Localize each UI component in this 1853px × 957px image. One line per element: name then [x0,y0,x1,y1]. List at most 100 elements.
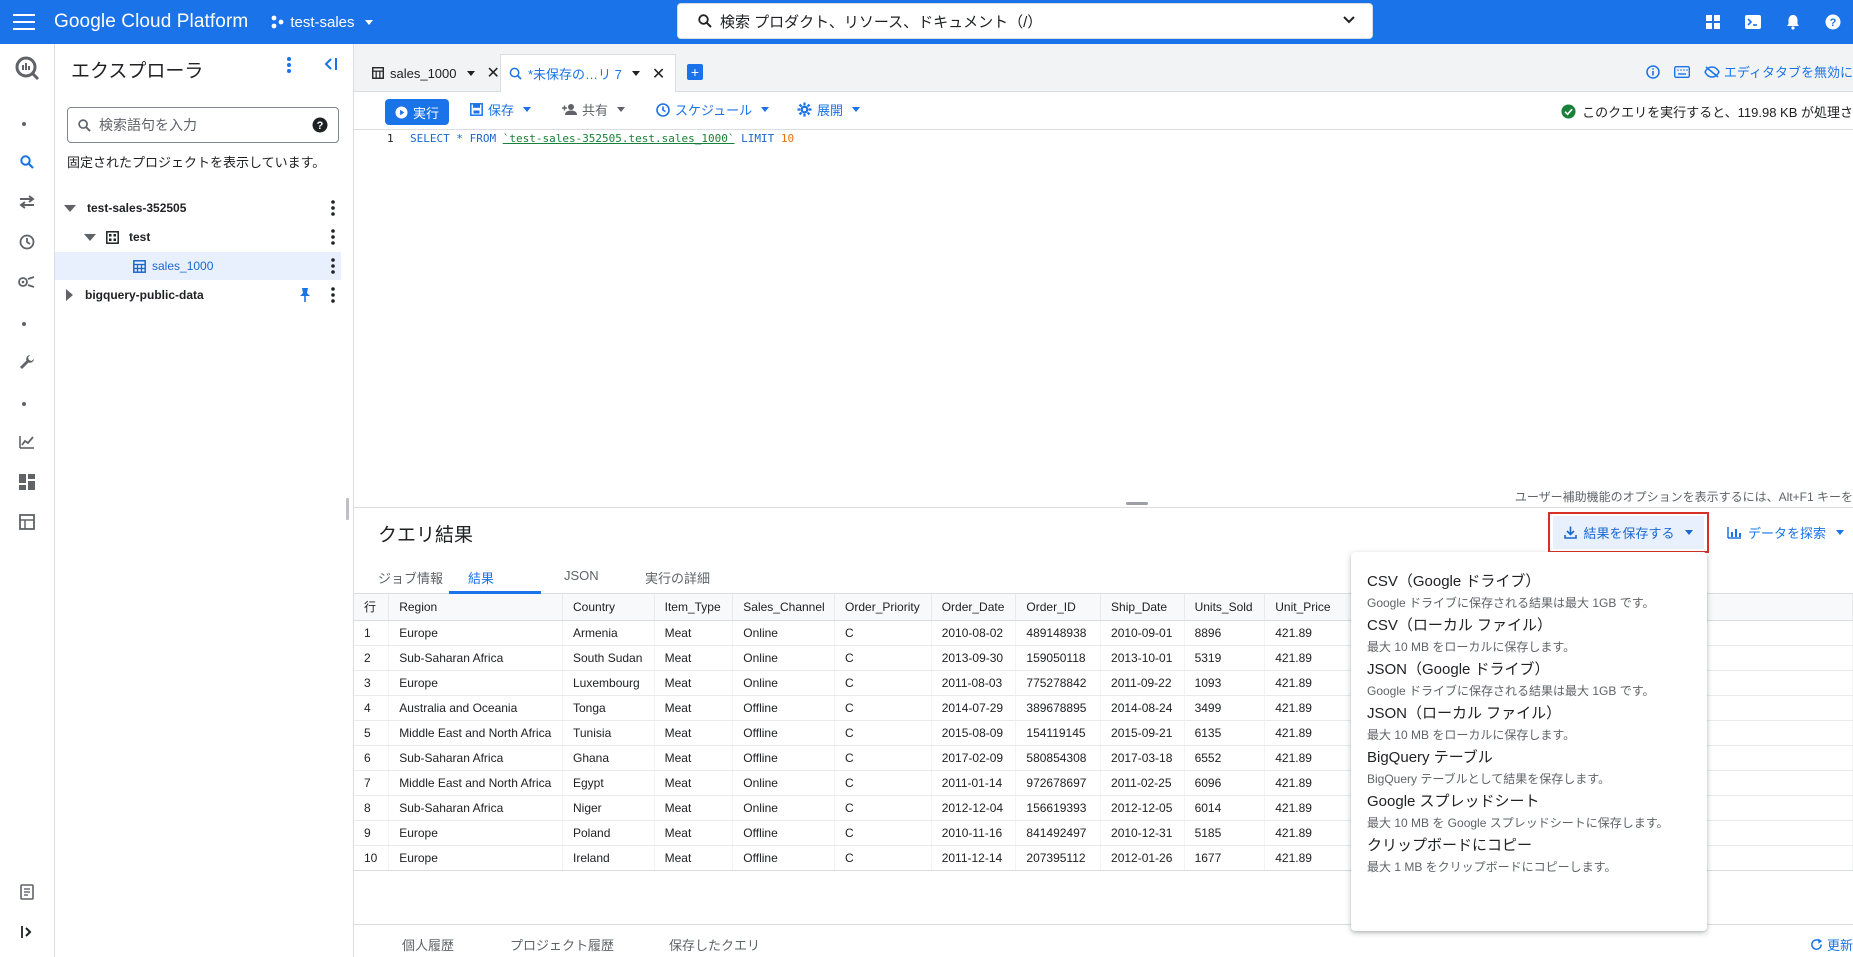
panel-resize-handle[interactable] [346,498,349,520]
disable-editor-tabs-button[interactable]: エディタタブを無効に [1704,62,1853,81]
save-menu-item[interactable]: Google スプレッドシート 最大 10 MB を Google スプレッドシー… [1367,790,1697,831]
dashboard-icon[interactable] [11,466,43,498]
editor-resize-handle[interactable] [1126,502,1148,505]
tab-results[interactable]: 結果 [468,568,494,587]
tree-item-project[interactable]: test-sales-352505 [55,194,341,222]
save-menu-item-title: JSON（ローカル ファイル） [1367,705,1562,722]
table-cell: C [834,845,932,871]
query-validator-text: このクエリを実行すると、119.98 KB が処理さ [1582,105,1853,120]
keyboard-icon[interactable] [1673,65,1690,78]
tree-item-dataset[interactable]: test [55,223,341,251]
help-icon[interactable]: ? [312,117,328,133]
marketplace-icon[interactable] [1693,0,1733,44]
save-results-button[interactable]: 結果を保存する [1553,516,1704,549]
save-menu-item-title: CSV（ローカル ファイル） [1367,617,1553,634]
chevron-down-icon[interactable] [1342,13,1356,27]
more-vert-icon[interactable] [331,287,335,303]
sql-editor[interactable]: 1 SELECT * FROM `test-sales-352505.test.… [354,130,1853,504]
hamburger-menu-icon[interactable] [2,0,46,44]
explore-data-button[interactable]: データを探索 [1727,523,1845,542]
column-header: Sales_Channel [732,594,836,621]
tree-item-public-project[interactable]: bigquery-public-data [55,281,341,309]
deploy-button[interactable]: 展開 [797,100,861,119]
save-menu-item[interactable]: CSV（Google ドライブ） Google ドライブに保存される結果は最大 1… [1367,570,1697,611]
table-cell: 6552 [1184,745,1266,771]
cloud-shell-icon[interactable] [1733,0,1773,44]
project-selector[interactable]: test-sales [270,14,373,31]
table-grid-icon[interactable] [11,506,43,538]
more-vert-icon[interactable] [331,258,335,274]
tab-job-info[interactable]: ジョブ情報 [378,568,443,587]
search-icon [78,118,91,132]
release-notes-icon[interactable] [11,876,43,908]
close-icon[interactable]: ✕ [487,63,500,83]
editor-gutter: 1 [354,130,410,487]
save-menu-item[interactable]: BigQuery テーブル BigQuery テーブルとして結果を保存します。 [1367,746,1697,787]
expand-arrow-icon[interactable] [84,233,96,241]
table-cell: 159050118 [1015,645,1102,671]
row-number-cell: 10 [354,845,390,871]
table-cell: 207395112 [1015,845,1102,871]
run-button[interactable]: 実行 [385,99,449,125]
row-number-cell: 3 [354,670,390,696]
tab-personal-history[interactable]: 個人履歴 [402,935,454,954]
help-icon[interactable]: ? [1813,0,1853,44]
save-menu-item[interactable]: クリップボードにコピー 最大 1 MB をクリップボードにコピーします。 [1367,834,1697,875]
top-right-actions: ? [1693,0,1853,44]
explorer-title: エクスプローラ [71,61,204,82]
table-cell: 5185 [1184,820,1266,846]
refresh-button[interactable]: 更新 [1810,935,1853,954]
person-add-icon [562,104,577,115]
save-menu-item[interactable]: JSON（ローカル ファイル） 最大 10 MB をローカルに保存します。 [1367,702,1697,743]
chevron-down-icon [364,19,373,25]
save-menu-item[interactable]: CSV（ローカル ファイル） 最大 10 MB をローカルに保存します。 [1367,614,1697,655]
save-menu-item[interactable]: JSON（Google ドライブ） Google ドライブに保存される結果は最大 … [1367,658,1697,699]
expand-arrow-icon[interactable] [66,289,73,301]
table-cell: 2014-08-24 [1100,695,1185,721]
expand-nav-icon[interactable] [11,916,43,948]
tab-project-history[interactable]: プロジェクト履歴 [510,935,614,954]
close-icon[interactable]: ✕ [652,64,665,84]
sql-code-line[interactable]: SELECT * FROM `test-sales-352505.test.sa… [410,132,794,145]
tab-json[interactable]: JSON [564,568,599,583]
schedule-button[interactable]: スケジュール [656,100,770,119]
collapse-panel-icon[interactable] [323,56,339,72]
nav-separator-dot [22,122,26,126]
explorer-search-input[interactable]: 検索語句を入力 ? [67,107,339,143]
more-vert-icon[interactable] [331,200,335,216]
more-vert-icon[interactable] [287,56,291,74]
save-button[interactable]: 保存 [470,100,532,119]
global-search[interactable]: 検索 プロダクト、リソース、ドキュメント（/） [677,3,1373,39]
analytics-hub-icon[interactable] [11,266,43,298]
save-menu-item-title: JSON（Google ドライブ） [1367,661,1550,678]
sql-table-reference[interactable]: `test-sales-352505.test.sales_1000` [503,132,735,145]
notifications-bell-icon[interactable] [1773,0,1813,44]
brand-title[interactable]: Google Cloud Platform [54,11,248,33]
expand-arrow-icon[interactable] [64,204,76,212]
monitoring-chart-icon[interactable] [11,426,43,458]
info-icon[interactable] [1646,64,1660,79]
table-cell: Egypt [562,770,655,796]
tab-sales-1000[interactable]: sales_1000 ✕ [364,54,508,92]
bigquery-logo-icon[interactable] [11,52,43,84]
share-button[interactable]: 共有 [562,100,626,119]
sql-workspace-search-icon[interactable] [11,146,43,178]
chevron-down-icon[interactable] [466,70,475,76]
table-cell: 389678895 [1015,695,1102,721]
tab-label: sales_1000 [390,65,457,81]
table-cell: 2017-03-18 [1100,745,1185,771]
data-transfer-icon[interactable] [11,186,43,218]
pin-icon[interactable] [299,287,311,303]
admin-wrench-icon[interactable] [11,346,43,378]
tab-unsaved-query[interactable]: *未保存の…リ 7 ✕ [500,54,676,92]
tree-item-table[interactable]: sales_1000 [55,252,341,280]
scheduled-queries-clock-icon[interactable] [11,226,43,258]
tab-saved-queries[interactable]: 保存したクエリ [669,935,760,954]
add-tab-icon[interactable]: + [687,64,703,80]
chevron-down-icon[interactable] [631,71,640,76]
column-header: Order_ID [1015,594,1102,621]
table-cell: Meat [654,845,734,871]
table-cell: 775278842 [1015,670,1102,696]
more-vert-icon[interactable] [331,229,335,245]
tab-execution-details[interactable]: 実行の詳細 [645,568,710,587]
